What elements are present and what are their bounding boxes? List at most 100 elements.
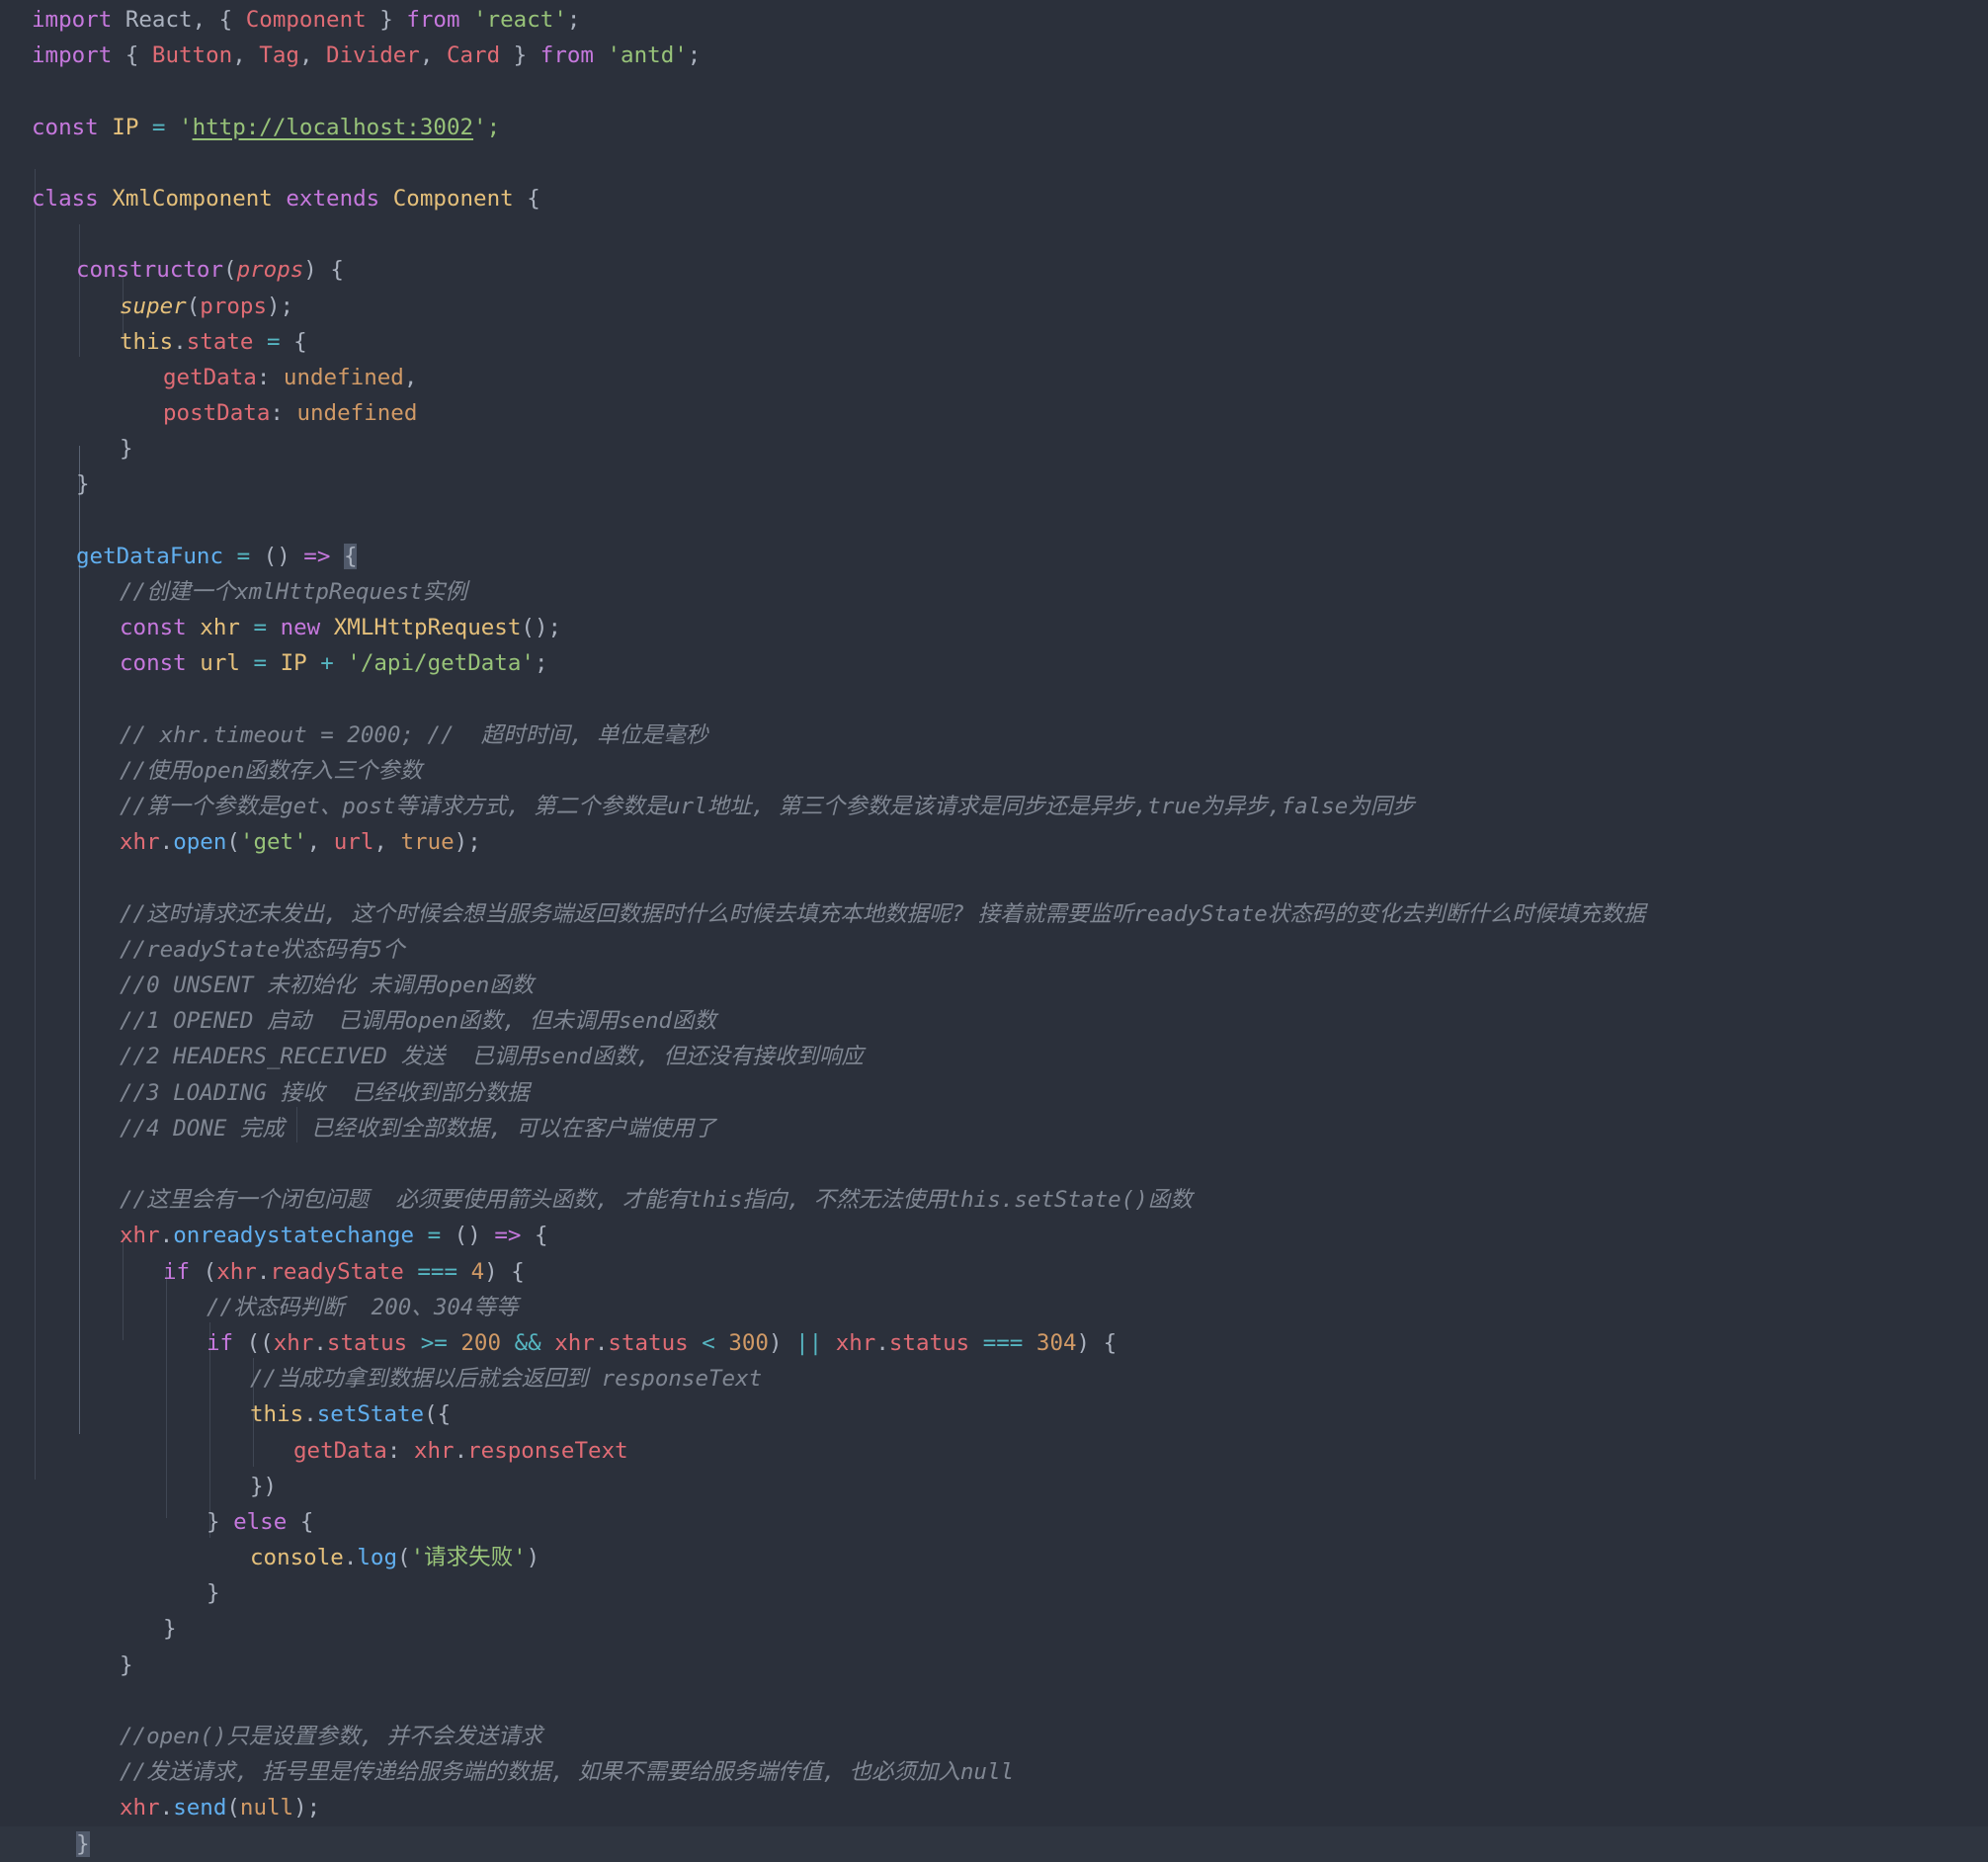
token-dot10: . [343,1545,358,1571]
code-line-39[interactable]: //当成功拿到数据以后就会返回到 responseText [0,1361,1988,1396]
comment-status-codes: //状态码判断 200、304等等 [207,1294,519,1320]
code-lines[interactable]: import React, { Component } from 'react'… [0,2,1988,1862]
token-brace3: { [280,328,307,355]
token-dot3: . [159,1223,174,1249]
token-sp20 [457,1259,471,1285]
code-line-49[interactable]: //open()只是设置参数, 并不会发送请求 [0,1719,1988,1754]
code-line-18[interactable]: const xhr = new XMLHttpRequest(); [0,610,1988,645]
code-line-12[interactable]: postData: undefined [0,395,1988,431]
token-true: true [400,829,455,856]
token-keyword-import2: import [32,42,113,69]
code-line-37[interactable]: //状态码判断 200、304等等 [0,1290,1988,1325]
code-line-3-blank[interactable] [0,73,1988,109]
code-line-2[interactable]: import { Button, Tag, Divider, Card } fr… [0,38,1988,73]
token-or: || [795,1329,823,1356]
code-line-32[interactable]: //4 DONE 完成 已经收到全部数据, 可以在客户端使用了 [0,1111,1988,1146]
token-divider: Divider [326,42,420,69]
token-url-link[interactable]: http://localhost:3002 [193,115,473,140]
token-sp27 [822,1330,836,1356]
code-line-22[interactable]: //使用open函数存入三个参数 [0,753,1988,789]
code-line-9[interactable]: super(props); [0,289,1988,324]
comment-state-1: //1 OPENED 启动 已调用open函数, 但未调用send函数 [120,1008,717,1035]
code-line-38[interactable]: if ((xhr.status >= 200 && xhr.status < 3… [0,1325,1988,1361]
code-line-29[interactable]: //1 OPENED 启动 已调用open函数, 但未调用send函数 [0,1003,1988,1039]
token-close-brace: } [207,1508,234,1535]
code-line-40[interactable]: this.setState({ [0,1396,1988,1432]
code-line-30[interactable]: //2 HEADERS_RECEIVED 发送 已调用send函数, 但还没有接… [0,1039,1988,1074]
code-line-23[interactable]: //第一个参数是get、post等请求方式, 第二个参数是url地址, 第三个参… [0,789,1988,824]
code-line-16[interactable]: getDataFunc = () => { [0,539,1988,574]
token-baseclass: Component [392,185,514,212]
comment-param-detail: //第一个参数是get、post等请求方式, 第二个参数是url地址, 第三个参… [120,794,1415,820]
code-line-20-blank[interactable] [0,682,1988,718]
token-colon: : [256,364,284,390]
token-assign3: = [236,543,251,569]
code-line-36[interactable]: if (xhr.readyState === 4) { [0,1254,1988,1290]
code-line-48-blank[interactable] [0,1683,1988,1719]
token-dot11: . [159,1795,174,1821]
token-string-get: 'get' [239,829,307,856]
token-eqeqeq2: === [982,1329,1024,1356]
token-keyword-if1: if [163,1258,191,1285]
code-line-13[interactable]: } [0,431,1988,466]
code-line-46[interactable]: } [0,1611,1988,1647]
token-call-parens: (); [521,615,562,641]
token-dot7: . [875,1329,889,1356]
token-state: state [186,328,254,355]
code-line-5-blank[interactable] [0,145,1988,181]
code-line-34[interactable]: //这里会有一个闭包问题 必须要使用箭头函数, 才能有this指向, 不然无法使… [0,1182,1988,1218]
code-editor[interactable]: import React, { Component } from 'react'… [0,0,1988,1862]
code-line-14[interactable]: } [0,466,1988,502]
code-line-31[interactable]: //3 LOADING 接收 已经收到部分数据 [0,1075,1988,1111]
code-line-28[interactable]: //0 UNSENT 未初始化 未调用open函数 [0,968,1988,1003]
comment-open-params: //使用open函数存入三个参数 [120,757,423,784]
code-line-4[interactable]: const IP = 'http://localhost:3002'; [0,110,1988,145]
token-paren6: ) { [1076,1329,1118,1356]
token-getdatafunc: getDataFunc [76,543,224,569]
token-paren-close: ) { [303,257,344,284]
token-keyword-from2: from [539,42,594,69]
token-sp13 [187,650,201,676]
code-line-51[interactable]: xhr.send(null); [0,1790,1988,1825]
token-sp26 [715,1330,729,1356]
code-line-10[interactable]: this.state = { [0,324,1988,360]
code-line-42[interactable]: }) [0,1469,1988,1504]
code-line-24[interactable]: xhr.open('get', url, true); [0,824,1988,860]
token-string-fail: '请求失败' [410,1545,527,1571]
code-line-8[interactable]: constructor(props) { [0,252,1988,288]
code-line-45[interactable]: } [0,1575,1988,1611]
comment-timeout: // xhr.timeout = 2000; // 超时时间, 单位是毫秒 [120,721,708,748]
token-log: log [357,1545,398,1571]
token-dot: . [173,328,187,355]
code-line-21[interactable]: // xhr.timeout = 2000; // 超时时间, 单位是毫秒 [0,718,1988,753]
code-line-17[interactable]: //创建一个xmlHttpRequest实例 [0,574,1988,610]
token-dot6: . [594,1329,609,1356]
token-keyword-from: from [406,7,460,33]
code-line-52-active[interactable]: } [0,1825,1988,1862]
code-line-19[interactable]: const url = IP + '/api/getData'; [0,645,1988,681]
token-num-300: 300 [728,1329,769,1356]
code-line-7-blank[interactable] [0,216,1988,252]
code-line-41[interactable]: getData: xhr.responseText [0,1433,1988,1469]
code-line-35[interactable]: xhr.onreadystatechange = () => { [0,1218,1988,1253]
comment-state-4: //4 DONE 完成 已经收到全部数据, 可以在客户端使用了 [120,1115,716,1142]
code-line-44[interactable]: console.log('请求失败') [0,1540,1988,1575]
token-url-ref: url [333,829,374,856]
code-line-6[interactable]: class XmlComponent extends Component { [0,181,1988,216]
code-line-50[interactable]: //发送请求, 括号里是传递给服务端的数据, 如果不需要给服务端传值, 也必须加… [0,1754,1988,1790]
token-and: && [514,1329,541,1356]
token-sp [99,115,113,140]
code-line-25-blank[interactable] [0,861,1988,896]
token-punct2: } [366,7,407,33]
code-line-26[interactable]: //这时请求还未发出, 这个时候会想当服务端返回数据时什么时候去填充本地数据呢?… [0,896,1988,932]
code-line-47[interactable]: } [0,1648,1988,1683]
code-line-43[interactable]: } else { [0,1504,1988,1540]
token-lt: < [702,1329,715,1356]
token-xmlhttprequest: XMLHttpRequest [333,615,522,641]
code-line-15-blank[interactable] [0,503,1988,539]
code-line-27[interactable]: //readyState状态码有5个 [0,932,1988,968]
code-line-1[interactable]: import React, { Component } from 'react'… [0,2,1988,38]
code-line-33-blank[interactable] [0,1146,1988,1182]
code-line-11[interactable]: getData: undefined, [0,360,1988,395]
token-dot2: . [159,829,174,856]
